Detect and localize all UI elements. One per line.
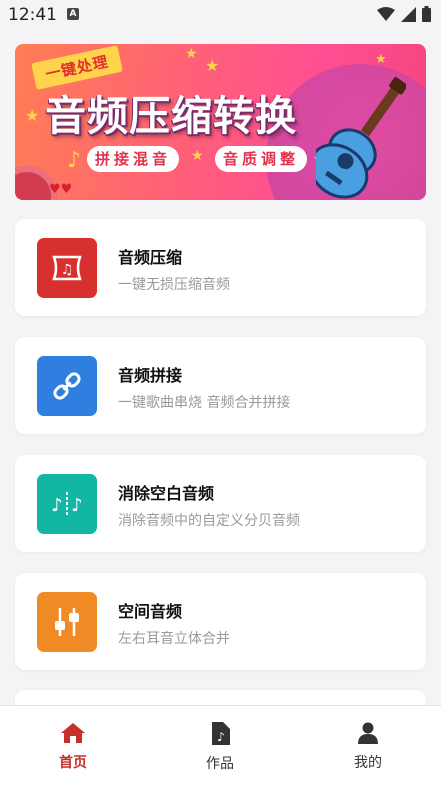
svg-text:♪: ♪ bbox=[51, 495, 63, 516]
star-icon: ★ bbox=[185, 46, 198, 62]
nav-mine[interactable]: 我的 bbox=[328, 722, 408, 772]
feature-description: 左右耳音立体合并 bbox=[118, 631, 230, 647]
feature-card-splice[interactable]: 音频拼接 一键歌曲串烧 音频合并拼接 bbox=[15, 337, 426, 434]
wifi-icon bbox=[377, 7, 395, 21]
nav-home-label: 首页 bbox=[59, 755, 87, 771]
svg-text:♫: ♫ bbox=[61, 262, 74, 278]
heart-icon: ♥♥ bbox=[49, 182, 73, 197]
nav-mine-label: 我的 bbox=[354, 755, 382, 771]
star-icon: ★ bbox=[25, 106, 40, 125]
feature-card-compress[interactable]: ♫ 音频压缩 一键无损压缩音频 bbox=[15, 219, 426, 316]
link-icon bbox=[53, 372, 81, 400]
feature-card-remove-silence[interactable]: ♪ ♪ 消除空白音频 消除音频中的自定义分贝音频 bbox=[15, 455, 426, 552]
equalizer-icon bbox=[55, 608, 79, 636]
spatial-icon-tile bbox=[37, 592, 97, 652]
promo-banner[interactable]: ★ ★ ★ ★ ★ ★ ♥♥ ♪ 一键处理 音频压缩转换 拼接混音 音质调整 bbox=[15, 44, 426, 200]
svg-text:♪: ♪ bbox=[71, 495, 83, 516]
feature-description: 一键歌曲串烧 音频合并拼接 bbox=[118, 395, 291, 411]
banner-tag-quality: 音质调整 bbox=[215, 146, 308, 172]
nav-works[interactable]: ♪ 作品 bbox=[180, 722, 260, 773]
silence-icon-tile: ♪ ♪ bbox=[37, 474, 97, 534]
audio-compress-icon: ♫ bbox=[52, 255, 82, 281]
feature-title: 音频压缩 bbox=[118, 248, 183, 267]
star-icon: ★ bbox=[191, 148, 204, 164]
feature-title: 空间音频 bbox=[118, 602, 183, 621]
feature-title: 音频拼接 bbox=[118, 366, 183, 385]
banner-title: 音频压缩转换 bbox=[45, 92, 297, 140]
signal-icon bbox=[401, 6, 416, 22]
music-note-icon: ♪ bbox=[67, 148, 82, 173]
status-time: 12:41 bbox=[8, 5, 57, 25]
nav-works-label: 作品 bbox=[206, 756, 234, 772]
user-icon bbox=[358, 722, 378, 744]
star-icon: ★ bbox=[375, 52, 387, 67]
feature-card-spatial-audio[interactable]: 空间音频 左右耳音立体合并 bbox=[15, 573, 426, 670]
star-icon: ★ bbox=[205, 56, 220, 75]
banner-tag-mix: 拼接混音 bbox=[87, 146, 180, 172]
compress-icon-tile: ♫ bbox=[37, 238, 97, 298]
status-bar: 12:41 A bbox=[0, 0, 441, 30]
battery-icon bbox=[422, 6, 431, 22]
splice-icon-tile bbox=[37, 356, 97, 416]
feature-title: 消除空白音频 bbox=[118, 484, 215, 503]
svg-text:♪: ♪ bbox=[217, 730, 225, 744]
guitar-icon bbox=[316, 77, 406, 199]
accessibility-icon: A bbox=[67, 8, 79, 20]
nav-home[interactable]: 首页 bbox=[33, 722, 113, 772]
music-file-icon: ♪ bbox=[212, 722, 230, 745]
feature-description: 消除音频中的自定义分贝音频 bbox=[118, 513, 300, 529]
home-icon bbox=[61, 723, 85, 743]
feature-description: 一键无损压缩音频 bbox=[118, 277, 230, 293]
system-icons bbox=[377, 6, 431, 22]
bottom-navigation: 首页 ♪ 作品 我的 bbox=[0, 705, 441, 785]
audio-split-icon: ♪ ♪ bbox=[51, 492, 83, 516]
